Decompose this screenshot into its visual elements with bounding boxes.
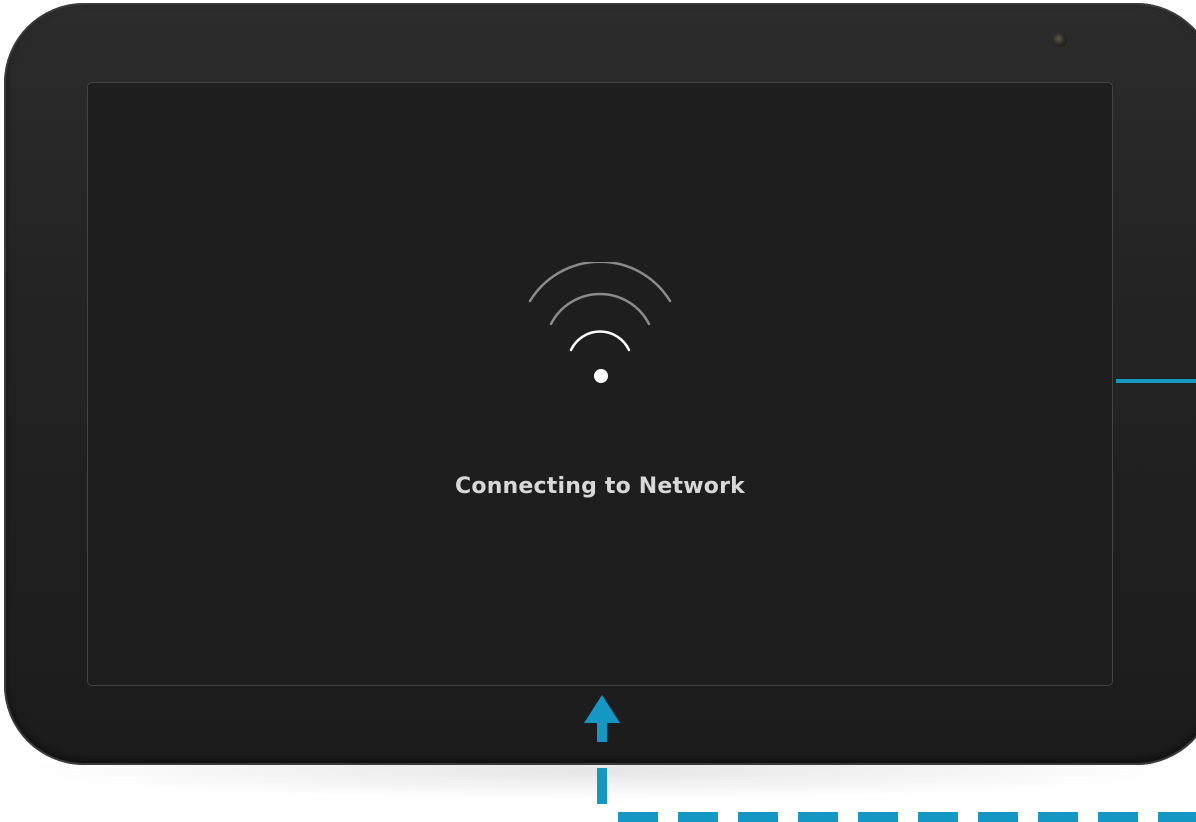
wifi-inner-arc <box>569 330 631 352</box>
stage: Connecting to Network <box>0 0 1196 822</box>
dashed-leader-horizontal <box>618 812 1196 822</box>
arrow-stem <box>597 722 607 742</box>
status-text: Connecting to Network <box>455 474 745 499</box>
wifi-icon <box>528 262 672 383</box>
camera-lens <box>1053 33 1067 47</box>
callout-line <box>1116 379 1196 383</box>
dashed-leader-vertical <box>597 768 607 804</box>
up-arrow-icon <box>584 695 620 723</box>
wifi-dot <box>594 369 608 383</box>
wifi-middle-arc <box>549 292 651 326</box>
